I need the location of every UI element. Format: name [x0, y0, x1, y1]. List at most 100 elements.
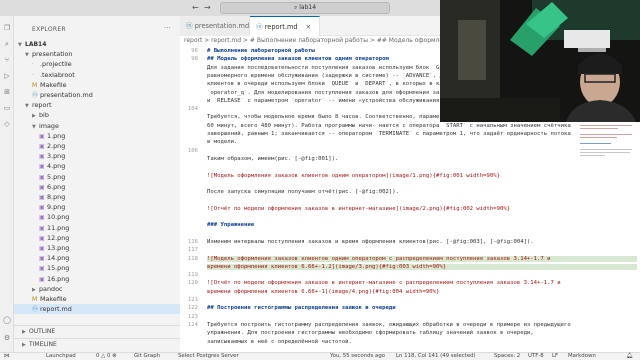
webcam-video-image — [440, 0, 640, 122]
search-icon[interactable]: ⌕ — [3, 40, 11, 48]
code-line[interactable]: ![Отчёт по модели оформления заказов в и… — [207, 280, 637, 286]
code-line[interactable]: ![Модель оформления заказов клиентов одн… — [207, 255, 637, 262]
tree-file[interactable]: ▣ 10.png — [14, 212, 180, 222]
code-line[interactable]: Таким образом, имеем(рис. [-@fig:001]). — [207, 156, 637, 162]
code-line[interactable]: ## Построение гистограммы распределения … — [207, 305, 637, 311]
code-line[interactable]: в модели. — [207, 139, 637, 145]
tree-file[interactable]: · .projectile — [14, 59, 180, 69]
remote-indicator-icon[interactable]: ⋈ — [4, 353, 9, 360]
code-line[interactable]: Изменим интервалы поступления заказов и … — [207, 239, 637, 245]
outline-label: OUTLINE — [29, 328, 56, 335]
line-number: 117 — [187, 247, 198, 254]
cursor-position[interactable]: Ln 118, Col 141 (49 selected) — [396, 353, 476, 360]
tree-file[interactable]: ▣ 2.png — [14, 141, 180, 151]
tree-file[interactable]: M Makefile — [14, 80, 180, 90]
line-number: 124 — [187, 321, 198, 328]
minimap-line — [580, 152, 630, 153]
more-actions-icon[interactable]: ··· — [164, 24, 171, 32]
tree-file[interactable]: ▣ 4.png — [14, 161, 180, 171]
tree-folder[interactable]: ▶ bib — [14, 110, 180, 120]
tree-file[interactable]: ⓜ report.md — [14, 304, 180, 315]
outline-section[interactable]: ▶ OUTLINE — [14, 325, 180, 336]
tree-folder[interactable]: ▼ image — [14, 121, 180, 131]
tree-folder[interactable]: ▶ pandoc — [14, 284, 180, 294]
tree-folder[interactable]: ▼ report — [14, 100, 180, 110]
tree-file[interactable]: ▣ 8.png — [14, 192, 180, 202]
tree-file[interactable]: M Makefile — [14, 294, 180, 304]
code-line[interactable]: 60 минут, всего 480 минут). Работа прогр… — [207, 123, 637, 129]
back-arrow-icon[interactable]: ← — [192, 3, 199, 12]
tree-file[interactable]: ▣ 5.png — [14, 172, 180, 182]
forward-arrow-icon[interactable]: → — [204, 3, 211, 12]
tree-item-label: Makefile — [40, 295, 67, 303]
command-center-search[interactable]: ⌕ lab14 — [220, 2, 390, 14]
code-line[interactable]: времени оформления клиентов 6.66+-1](ima… — [207, 289, 637, 295]
tree-file[interactable]: ▣ 13.png — [14, 243, 180, 253]
git-graph-icon[interactable]: ◇ — [3, 120, 11, 128]
tree-item-label: pandoc — [39, 284, 63, 293]
tree-item-label: presentation.md — [40, 91, 93, 99]
tree-file[interactable]: ▣ 9.png — [14, 202, 180, 212]
code-line[interactable]: записываемых в неё с определённой частот… — [207, 339, 637, 345]
markdown-file-icon: ⓜ — [256, 23, 265, 31]
source-control-icon[interactable]: ⑂ — [3, 56, 11, 64]
breadcrumb[interactable]: report > report.md > # Выполнение лабора… — [180, 36, 440, 46]
tree-file[interactable]: ▣ 6.png — [14, 182, 180, 192]
tree-folder[interactable]: ▼ presentation — [14, 49, 180, 59]
minimap-line — [580, 125, 632, 126]
code-line[interactable]: ### Упражнение — [207, 222, 637, 228]
tree-file[interactable]: ▣ 15.png — [14, 263, 180, 273]
tree-item-label: 2.png — [47, 142, 66, 150]
language-mode[interactable]: Markdown — [568, 353, 596, 360]
settings-gear-icon[interactable]: ⚙ — [3, 334, 11, 342]
launchpad-button[interactable]: Launchpad — [46, 353, 76, 360]
tab-presentation-md[interactable]: ⓜ presentation.md — [180, 16, 250, 36]
tab-report-md[interactable]: ⓜ report.md × — [250, 16, 320, 36]
tree-file[interactable]: ▣ 14.png — [14, 253, 180, 263]
notifications-bell-icon[interactable]: 🔔︎ — [626, 353, 633, 360]
code-line[interactable]: завершений, равным 1; заканчивается -- о… — [207, 131, 637, 137]
tree-file[interactable]: ⓜ presentation.md — [14, 90, 180, 100]
tab-label: report.md — [264, 23, 298, 31]
git-graph-button[interactable]: Git Graph — [134, 353, 160, 360]
code-line[interactable]: упражнения. Для построения гистограммы н… — [207, 330, 637, 336]
indentation-setting[interactable]: Spaces: 2 — [494, 353, 520, 360]
tree-item-label: 4.png — [47, 162, 66, 171]
tree-item-label: .projectile — [40, 60, 72, 69]
vscode-window: ← → ⌕ lab14 ❐ ⌕ ⑂ ▷ ⊞ ▭ ◇ ◯ ⚙ EXPLORER ·… — [0, 0, 640, 360]
problems-count[interactable]: 0 △ 0 ⊗ — [96, 353, 117, 360]
postgres-server-button[interactable]: Select Postgres Server — [178, 353, 239, 360]
tree-item-label: 15.png — [47, 264, 70, 273]
tree-file[interactable]: ▣ 11.png — [14, 223, 180, 233]
extensions-icon[interactable]: ⊞ — [3, 88, 11, 96]
tree-item-label: LAB14 — [25, 41, 47, 48]
tree-item-label: 6.png — [47, 182, 66, 191]
tree-item-label: .texlabroot — [40, 70, 75, 79]
code-line[interactable]: Требуется построить гистограмму распреде… — [207, 322, 637, 328]
tree-item-label: 13.png — [47, 244, 70, 252]
tab-label: presentation.md — [194, 22, 250, 30]
timeline-section[interactable]: ▶ TIMELINE — [14, 338, 180, 349]
encoding-setting[interactable]: UTF-8 — [528, 353, 544, 360]
remote-explorer-icon[interactable]: ▭ — [3, 104, 11, 112]
code-line[interactable]: ![Модель оформления заказов клиентов одн… — [207, 173, 637, 179]
tree-file[interactable]: ▣ 16.png — [14, 274, 180, 284]
account-icon[interactable]: ◯ — [3, 316, 11, 324]
tree-item-label: 3.png — [47, 152, 66, 161]
minimap-line — [580, 137, 618, 138]
code-line[interactable]: ![Отчёт по модели оформления заказов в и… — [207, 206, 637, 212]
markdown-file-icon: ⓜ — [186, 22, 195, 30]
tree-file[interactable]: · .texlabroot — [14, 70, 180, 80]
explorer-icon[interactable]: ❐ — [3, 24, 11, 32]
code-line[interactable]: После запуска симуляции получаем отчёт(р… — [207, 189, 637, 195]
tree-file[interactable]: ▣ 1.png — [14, 131, 180, 141]
run-debug-icon[interactable]: ▷ — [3, 72, 11, 80]
explorer-title: EXPLORER — [32, 26, 66, 33]
code-line[interactable]: времени оформления клиентов 6.66+-1.2](i… — [207, 263, 637, 270]
close-icon[interactable]: × — [306, 23, 312, 31]
tree-file[interactable]: ▣ 12.png — [14, 233, 180, 243]
line-ending-setting[interactable]: LF — [552, 353, 558, 360]
tree-folder[interactable]: ▼ LAB14 — [14, 39, 180, 49]
git-blame-info[interactable]: You, 55 seconds ago — [330, 353, 385, 360]
tree-file[interactable]: ▣ 3.png — [14, 151, 180, 161]
